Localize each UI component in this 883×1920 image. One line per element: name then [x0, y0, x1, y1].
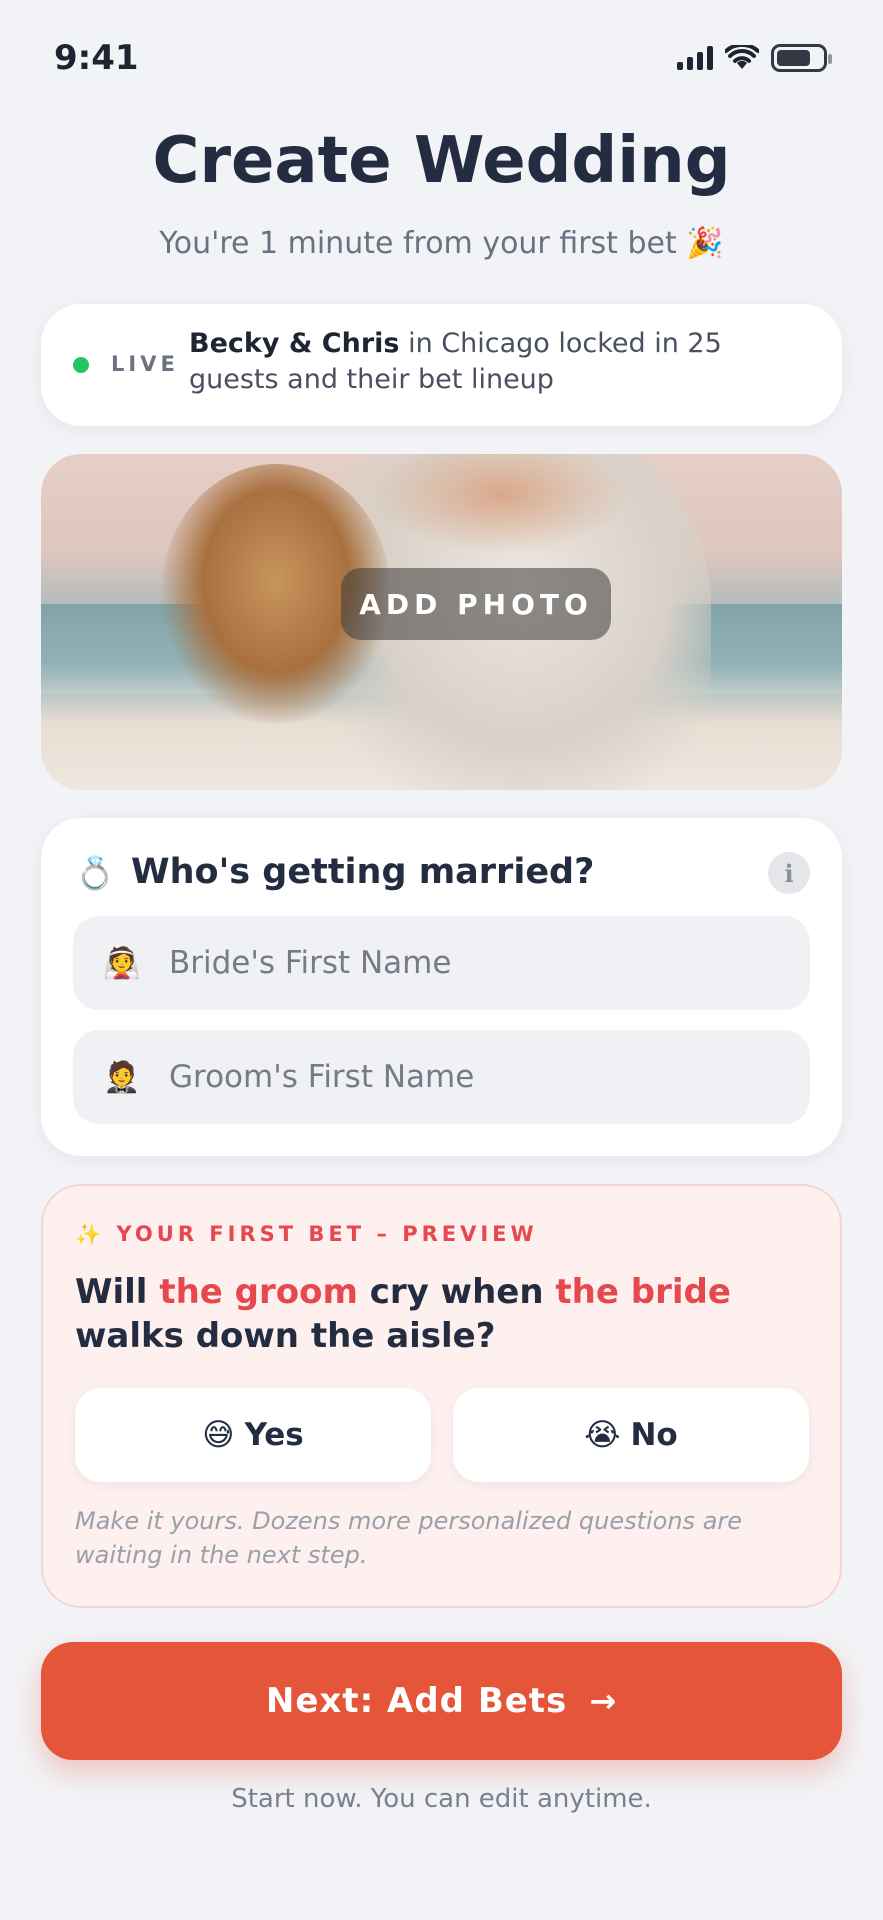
bride-name-field[interactable]: 👰 — [73, 916, 810, 1010]
sweat-smile-icon: 😅 — [202, 1417, 235, 1453]
live-label: LIVE — [111, 352, 179, 376]
bet-option-no-label: No — [630, 1417, 678, 1453]
page-title: Create Wedding — [152, 124, 731, 198]
bride-icon: 👰 — [103, 945, 141, 981]
bet-option-yes[interactable]: 😅 Yes — [75, 1388, 431, 1482]
status-time: 9:41 — [54, 38, 139, 78]
battery-icon — [771, 44, 832, 72]
bet-question-text: walks down the aisle? — [75, 1316, 496, 1356]
bet-preview-kicker: ✨ YOUR FIRST BET – PREVIEW — [75, 1222, 538, 1246]
wifi-icon — [725, 45, 759, 69]
status-icons — [677, 44, 832, 72]
status-bar: 9:41 — [0, 0, 883, 116]
first-bet-preview-card: ✨ YOUR FIRST BET – PREVIEW Will the groo… — [41, 1184, 842, 1608]
bet-option-no[interactable]: 😭 No — [453, 1388, 809, 1482]
bet-question: Will the groom cry when the bride walks … — [75, 1270, 815, 1358]
live-dot-icon — [73, 357, 89, 373]
footnote: Start now. You can edit anytime. — [231, 1784, 652, 1814]
section-title: Who's getting married? — [131, 852, 595, 892]
add-photo-button[interactable]: ADD PHOTO — [341, 568, 611, 640]
crying-face-icon: 😭 — [584, 1417, 621, 1453]
signal-icon — [677, 46, 713, 70]
groom-icon: 🤵 — [103, 1059, 141, 1095]
info-icon[interactable]: i — [768, 852, 810, 894]
bet-preview-note: Make it yours. Dozens more personalized … — [75, 1507, 743, 1569]
ring-icon: 💍 — [75, 854, 115, 892]
groom-name-field[interactable]: 🤵 — [73, 1030, 810, 1124]
live-message: Becky & Chris in Chicago locked in 25 gu… — [189, 326, 809, 398]
bet-question-text: cry when — [357, 1272, 556, 1312]
couple-names-card: 💍 Who's getting married? i 👰 🤵 — [41, 818, 842, 1156]
bet-question-text: Will — [75, 1272, 160, 1312]
photo-upload-area[interactable]: ADD PHOTO — [41, 454, 842, 790]
live-activity-banner: LIVE Becky & Chris in Chicago locked in … — [41, 304, 842, 426]
bet-option-yes-label: Yes — [244, 1417, 304, 1453]
next-button-label: Next: Add Bets — [265, 1681, 568, 1721]
arrow-right-icon: → — [589, 1682, 618, 1720]
bet-question-groom: the groom — [159, 1272, 358, 1312]
groom-name-input[interactable] — [169, 1059, 789, 1095]
next-add-bets-button[interactable]: Next: Add Bets → — [41, 1642, 842, 1760]
bet-question-bride: the bride — [555, 1272, 731, 1312]
page-subtitle: You're 1 minute from your first bet 🎉 — [159, 226, 724, 261]
live-couple-names: Becky & Chris — [189, 328, 400, 359]
bride-name-input[interactable] — [169, 945, 789, 981]
